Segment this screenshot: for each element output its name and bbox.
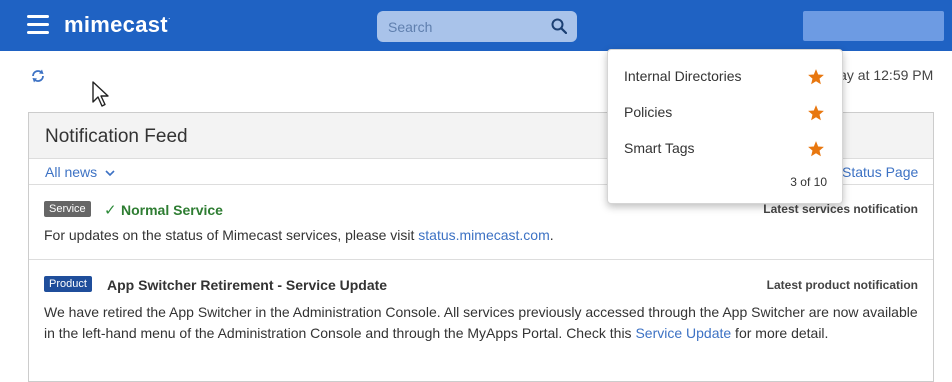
check-icon: ✓: [104, 202, 117, 219]
star-icon[interactable]: [807, 104, 825, 122]
status-mimecast-link[interactable]: status.mimecast.com: [418, 227, 549, 243]
product-badge: Product: [44, 276, 92, 292]
search-box: [377, 11, 577, 42]
star-icon[interactable]: [807, 68, 825, 86]
user-account-button[interactable]: [803, 11, 944, 41]
service-text-prefix: For updates on the status of Mimecast se…: [44, 227, 419, 243]
menu-icon[interactable]: [27, 15, 49, 35]
brand-name: mimecast: [64, 12, 168, 37]
status-page-link[interactable]: Status Page: [842, 164, 918, 180]
product-notification-text: We have retired the App Switcher in the …: [44, 302, 924, 344]
service-notification-text: For updates on the status of Mimecast se…: [44, 225, 554, 246]
star-icon[interactable]: [807, 140, 825, 158]
last-updated-text: lay at 12:59 PM: [836, 67, 934, 83]
search-icon[interactable]: [551, 18, 567, 34]
service-status: Normal Service: [121, 202, 223, 218]
feed-title: Notification Feed: [45, 126, 188, 147]
all-news-label: All news: [45, 164, 98, 180]
service-update-link[interactable]: Service Update: [635, 325, 731, 341]
favorites-count: 3 of 10: [790, 175, 827, 189]
service-text-suffix: .: [549, 227, 554, 243]
favorite-item-internal-directories[interactable]: Internal Directories: [624, 68, 742, 84]
search-input[interactable]: [377, 11, 547, 42]
top-bar: mimecast·: [0, 0, 952, 51]
product-notification-title: App Switcher Retirement - Service Update: [107, 277, 388, 293]
favorites-dropdown: Internal Directories Policies Smart Tags…: [607, 49, 843, 204]
mouse-cursor-icon: [92, 81, 109, 107]
refresh-icon[interactable]: [30, 68, 46, 84]
latest-product-label: Latest product notification: [766, 278, 918, 292]
favorite-item-policies[interactable]: Policies: [624, 104, 672, 120]
latest-services-label: Latest services notification: [763, 202, 918, 216]
all-news-filter[interactable]: All news: [45, 164, 115, 180]
divider: [29, 259, 933, 260]
mimecast-logo[interactable]: mimecast·: [64, 12, 171, 38]
brand-mark: ·: [167, 14, 171, 23]
service-badge: Service: [44, 201, 91, 217]
product-text-suffix: for more detail.: [731, 325, 829, 341]
favorite-item-smart-tags[interactable]: Smart Tags: [624, 140, 695, 156]
chevron-down-icon: [105, 170, 115, 177]
